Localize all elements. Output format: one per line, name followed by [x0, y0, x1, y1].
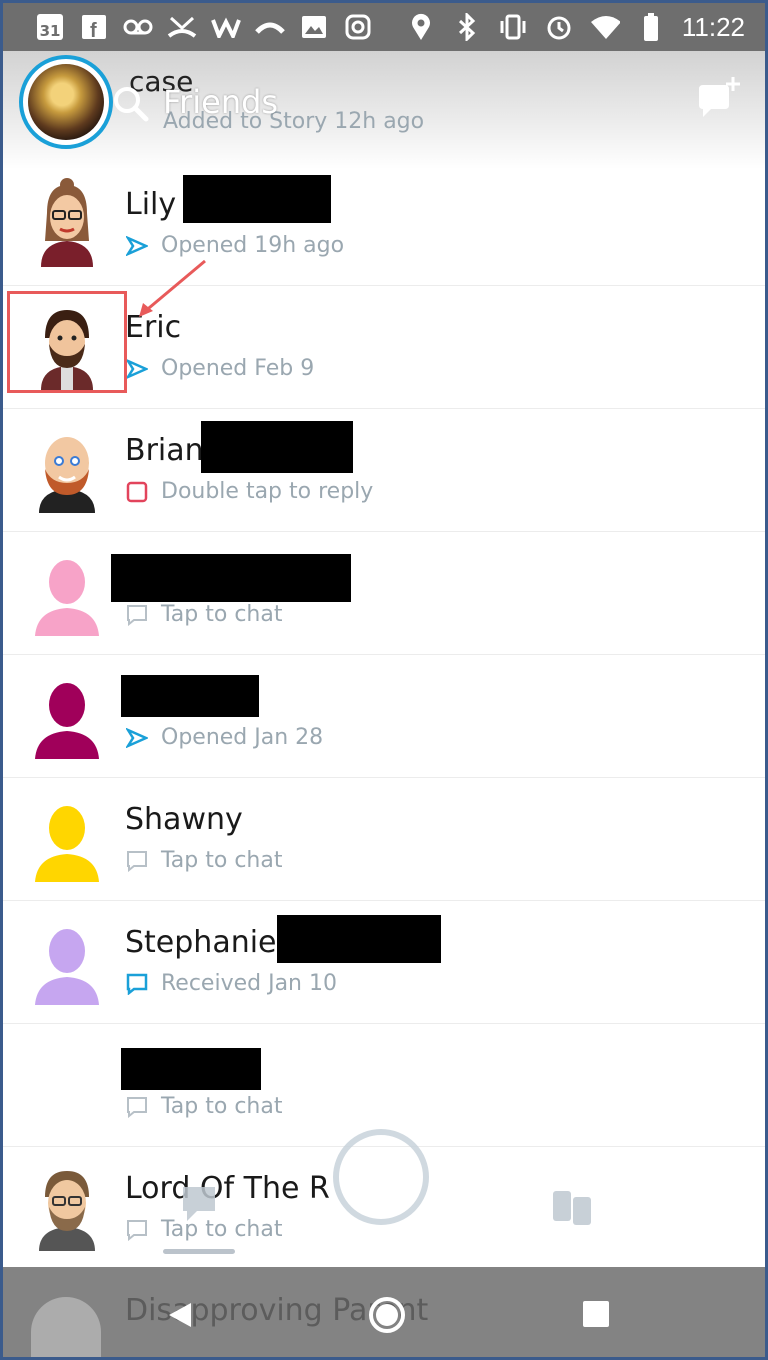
list-item[interactable]: Shawny Tap to chat: [3, 778, 765, 901]
active-tab-indicator: [163, 1249, 235, 1254]
gallery-icon: [299, 12, 329, 42]
page-title: Friends: [163, 83, 279, 121]
silhouette-avatar: [35, 560, 99, 636]
status-bar: 31 f 11:22: [3, 3, 765, 51]
friend-name: Lily: [125, 187, 177, 222]
back-icon[interactable]: [163, 1299, 195, 1331]
vibrate-icon: [498, 12, 528, 42]
friend-status: Tap to chat: [161, 1094, 283, 1119]
annotation-arrow-icon: [139, 259, 206, 317]
alarm-icon: [544, 12, 574, 42]
list-item[interactable]: Stephanie Received Jan 10: [3, 901, 765, 1024]
friend-name: Brian: [125, 433, 204, 468]
capture-button[interactable]: [333, 1129, 429, 1225]
list-item[interactable]: Opened Jan 28: [3, 655, 765, 778]
friend-status: Double tap to reply: [161, 479, 374, 504]
friend-name: Stephanie: [125, 925, 277, 960]
bitmoji-avatar: [39, 1171, 95, 1251]
friend-status: Opened Feb 9: [161, 356, 315, 381]
bitmoji-avatar: [39, 437, 95, 513]
missed-call-icon: [167, 12, 197, 42]
friend-status: Tap to chat: [161, 848, 283, 873]
friend-status: Opened Jan 28: [161, 725, 324, 750]
hangup-icon: [255, 12, 285, 42]
friend-status: Received Jan 10: [161, 971, 337, 996]
home-icon[interactable]: [367, 1295, 407, 1335]
silhouette-avatar: [35, 806, 99, 882]
voicemail-icon: [123, 12, 153, 42]
friend-name: Shawny: [125, 802, 243, 837]
sent-arrow-icon: [125, 357, 149, 381]
redaction-box: [111, 554, 351, 602]
friend-status: Tap to chat: [161, 602, 283, 627]
my-story-avatar[interactable]: [19, 55, 113, 149]
app-frame: 31 f 11:22 case Added to Story 12h ago F…: [0, 0, 768, 1360]
bluetooth-icon: [452, 12, 482, 42]
chat-nav-icon[interactable]: [179, 1183, 219, 1223]
chat-bubble-icon: [125, 1095, 149, 1119]
stories-nav-icon[interactable]: [551, 1187, 593, 1227]
wifi-icon: [590, 12, 620, 42]
received-snap-icon: [125, 480, 149, 504]
redaction-box: [121, 1048, 261, 1090]
sent-arrow-icon: [125, 726, 149, 750]
wattpad-icon: [211, 12, 241, 42]
silhouette-avatar: [35, 929, 99, 1005]
chat-bubble-icon: [125, 1218, 149, 1242]
location-icon: [406, 12, 436, 42]
new-chat-icon[interactable]: [695, 75, 743, 123]
friend-name: Lord Of The R: [125, 1171, 330, 1206]
received-chat-icon: [125, 972, 149, 996]
battery-icon: [636, 12, 666, 42]
redaction-box: [277, 915, 441, 963]
chat-bubble-icon: [125, 849, 149, 873]
silhouette-avatar: [35, 683, 99, 759]
svg-text:f: f: [90, 20, 97, 40]
list-item[interactable]: Brian Double tap to reply: [3, 409, 765, 532]
recent-apps-icon[interactable]: [583, 1301, 609, 1327]
list-item[interactable]: Lily Opened 19h ago: [3, 163, 765, 286]
facebook-icon: f: [79, 12, 109, 42]
list-item[interactable]: Tap to chat: [3, 532, 765, 655]
chat-bubble-icon: [125, 603, 149, 627]
search-icon[interactable]: [111, 84, 151, 124]
bitmoji-avatar: [41, 178, 93, 267]
redaction-box: [183, 175, 331, 223]
redaction-box: [121, 675, 259, 717]
calendar-icon: 31: [35, 12, 65, 42]
instagram-icon: [343, 12, 373, 42]
header: case Added to Story 12h ago Friends: [3, 51, 765, 169]
highlight-annotation: [7, 291, 127, 393]
clock-time: 11:22: [681, 11, 745, 42]
redaction-box: [201, 421, 353, 473]
